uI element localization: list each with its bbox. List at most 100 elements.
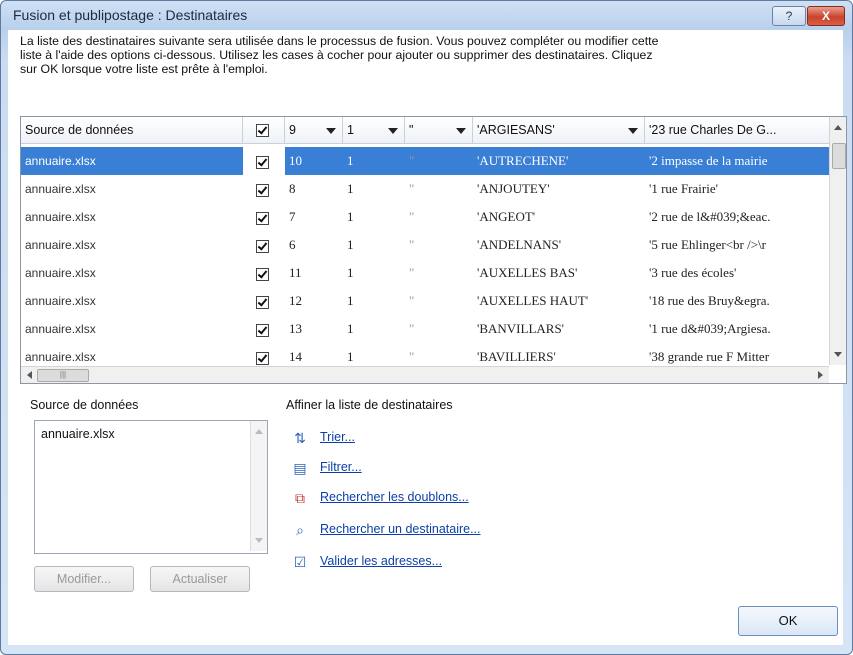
cell-include[interactable] (243, 175, 285, 203)
data-source-item[interactable]: annuaire.xlsx (41, 427, 115, 441)
chevron-down-icon[interactable] (388, 128, 398, 134)
cell-source[interactable]: annuaire.xlsx (21, 259, 243, 287)
cell-col-1[interactable]: 1 (343, 147, 405, 175)
cell-col-quote[interactable]: " (405, 287, 473, 315)
table-row[interactable]: annuaire.xlsx 6 1 " 'ANDELNANS' '5 rue Ehling… (21, 231, 831, 259)
table-row[interactable]: annuaire.xlsx 11 1 " 'AUXELLES BAS' '3 rue de… (21, 259, 831, 287)
column-header-address[interactable]: '23 rue Charles De G... (645, 117, 825, 143)
scroll-left-icon[interactable] (27, 371, 32, 379)
cell-address[interactable]: '18 rue des Bruy&egra. (645, 287, 831, 315)
cell-source[interactable]: annuaire.xlsx (21, 175, 243, 203)
include-checkbox[interactable] (256, 351, 269, 365)
include-checkbox[interactable] (256, 211, 269, 225)
cell-commune[interactable]: 'AUXELLES HAUT' (473, 287, 645, 315)
cell-commune[interactable]: 'ANGEOT' (473, 203, 645, 231)
vertical-scrollbar[interactable] (829, 117, 846, 365)
refresh-button[interactable]: Actualiser (150, 566, 250, 592)
cell-source[interactable]: annuaire.xlsx (21, 203, 243, 231)
scroll-up-icon[interactable] (255, 429, 263, 434)
cell-col-1[interactable]: 1 (343, 287, 405, 315)
scroll-up-icon[interactable] (834, 125, 842, 130)
cell-col-1[interactable]: 1 (343, 315, 405, 343)
cell-col-quote[interactable]: " (405, 315, 473, 343)
column-header-source[interactable]: Source de données (21, 117, 243, 143)
chevron-down-icon[interactable] (628, 128, 638, 134)
scroll-thumb[interactable] (832, 143, 846, 169)
scroll-thumb[interactable]: ||| (37, 369, 89, 382)
find-recipient-link[interactable]: Rechercher un destinataire... (320, 522, 481, 536)
cell-col-9[interactable]: 12 (285, 287, 343, 315)
cell-col-1[interactable]: 1 (343, 259, 405, 287)
sort-link[interactable]: Trier... (320, 430, 355, 444)
table-row[interactable]: annuaire.xlsx 8 1 " 'ANJOUTEY' '1 rue Frairie… (21, 175, 831, 203)
cell-address[interactable]: '3 rue des écoles' (645, 259, 831, 287)
cell-source[interactable]: annuaire.xlsx (21, 147, 243, 175)
horizontal-scrollbar[interactable]: ||| (21, 366, 829, 383)
cell-source[interactable]: annuaire.xlsx (21, 315, 243, 343)
cell-commune[interactable]: 'ANDELNANS' (473, 231, 645, 259)
column-header-1[interactable]: 1 (343, 117, 405, 143)
close-button[interactable]: X (807, 6, 845, 26)
cell-include[interactable] (243, 259, 285, 287)
cell-col-quote[interactable]: " (405, 231, 473, 259)
recipients-grid[interactable]: Source de données 9 1 " 'ARGIESANS' '23 … (20, 116, 847, 384)
include-checkbox[interactable] (256, 239, 269, 253)
find-duplicates-link[interactable]: Rechercher les doublons... (320, 490, 469, 504)
cell-col-1[interactable]: 1 (343, 175, 405, 203)
scroll-down-icon[interactable] (834, 352, 842, 357)
cell-address[interactable]: '1 rue Frairie' (645, 175, 831, 203)
cell-include[interactable] (243, 203, 285, 231)
table-row[interactable]: annuaire.xlsx 7 1 " 'ANGEOT' '2 rue de l&#039… (21, 203, 831, 231)
cell-commune[interactable]: 'ANJOUTEY' (473, 175, 645, 203)
cell-include[interactable] (243, 315, 285, 343)
validate-addresses-link[interactable]: Valider les adresses... (320, 554, 442, 568)
cell-col-9[interactable]: 10 (285, 147, 343, 175)
cell-col-quote[interactable]: " (405, 259, 473, 287)
modify-button[interactable]: Modifier... (34, 566, 134, 592)
cell-col-9[interactable]: 11 (285, 259, 343, 287)
table-row[interactable]: annuaire.xlsx 12 1 " 'AUXELLES HAUT' '18 rue … (21, 287, 831, 315)
cell-col-1[interactable]: 1 (343, 231, 405, 259)
cell-include[interactable] (243, 287, 285, 315)
cell-commune[interactable]: 'AUTRECHENE' (473, 147, 645, 175)
help-button[interactable]: ? (772, 6, 806, 26)
cell-col-9[interactable]: 6 (285, 231, 343, 259)
table-row[interactable]: annuaire.xlsx 13 1 " 'BANVILLARS' '1 rue d&#0… (21, 315, 831, 343)
cell-col-9[interactable]: 13 (285, 315, 343, 343)
cell-address[interactable]: '2 impasse de la mairie (645, 147, 831, 175)
include-checkbox[interactable] (256, 323, 269, 337)
include-checkbox[interactable] (256, 183, 269, 197)
select-all-checkbox[interactable] (256, 124, 269, 138)
cell-col-9[interactable]: 7 (285, 203, 343, 231)
cell-include[interactable] (243, 231, 285, 259)
cell-address[interactable]: '2 rue de l&#039;&eac. (645, 203, 831, 231)
chevron-down-icon[interactable] (326, 128, 336, 134)
list-scrollbar[interactable] (250, 421, 267, 551)
cell-source[interactable]: annuaire.xlsx (21, 287, 243, 315)
cell-col-1[interactable]: 1 (343, 203, 405, 231)
cell-col-quote[interactable]: " (405, 203, 473, 231)
cell-include[interactable] (243, 147, 285, 175)
cell-address[interactable]: '1 rue d&#039;Argiesa. (645, 315, 831, 343)
scroll-right-icon[interactable] (818, 371, 823, 379)
filter-link[interactable]: Filtrer... (320, 460, 362, 474)
cell-commune[interactable]: 'BANVILLARS' (473, 315, 645, 343)
cell-address[interactable]: '5 rue Ehlinger<br />\r (645, 231, 831, 259)
data-source-list[interactable]: annuaire.xlsx (34, 420, 268, 554)
chevron-down-icon[interactable] (456, 128, 466, 134)
include-checkbox[interactable] (256, 267, 269, 281)
ok-button[interactable]: OK (738, 606, 838, 636)
cell-commune[interactable]: 'AUXELLES BAS' (473, 259, 645, 287)
column-header-9[interactable]: 9 (285, 117, 343, 143)
include-checkbox[interactable] (256, 295, 269, 309)
table-row[interactable]: annuaire.xlsx 10 1 " 'AUTRECHENE' '2 impasse … (21, 147, 831, 175)
cell-col-9[interactable]: 8 (285, 175, 343, 203)
scroll-down-icon[interactable] (255, 538, 263, 543)
column-header-quote[interactable]: " (405, 117, 473, 143)
column-header-check[interactable] (243, 117, 285, 143)
column-header-argiesans[interactable]: 'ARGIESANS' (473, 117, 645, 143)
include-checkbox[interactable] (256, 155, 269, 169)
cell-col-quote[interactable]: " (405, 147, 473, 175)
cell-source[interactable]: annuaire.xlsx (21, 231, 243, 259)
cell-col-quote[interactable]: " (405, 175, 473, 203)
